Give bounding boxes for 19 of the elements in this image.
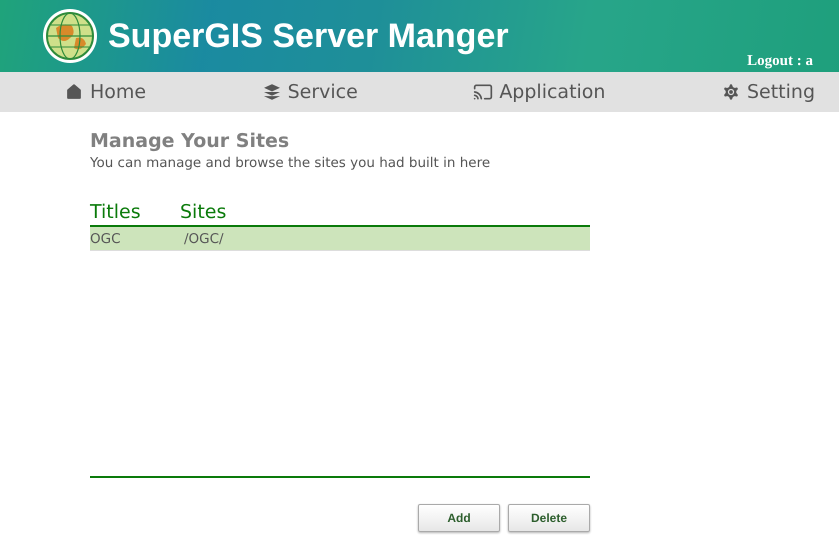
cast-icon xyxy=(473,82,494,102)
app-title: SuperGIS Server Manger xyxy=(108,16,509,56)
globe-logo-icon xyxy=(42,8,98,64)
nav-item[interactable]: Setting xyxy=(720,81,815,103)
table-row[interactable]: OGC /OGC/ xyxy=(90,227,590,251)
nav-item[interactable]: Application xyxy=(473,81,606,103)
delete-button[interactable]: Delete xyxy=(508,504,590,532)
page-title: Manage Your Sites xyxy=(90,130,290,152)
column-header: Sites xyxy=(180,201,228,223)
nav-item[interactable]: Service xyxy=(262,81,358,103)
table-cell-text: OGC xyxy=(90,230,122,246)
add-button[interactable]: Add xyxy=(418,504,500,532)
page-subtitle: You can manage and browse the sites you had built in here xyxy=(90,155,492,171)
logout-link[interactable]: Logout : a xyxy=(747,53,813,70)
home-icon xyxy=(64,82,84,102)
table-cell-text: /OGC/ xyxy=(183,230,225,246)
column-header: Titles xyxy=(90,201,142,223)
nav-item[interactable]: Home xyxy=(64,81,146,103)
layers-icon xyxy=(262,82,282,102)
